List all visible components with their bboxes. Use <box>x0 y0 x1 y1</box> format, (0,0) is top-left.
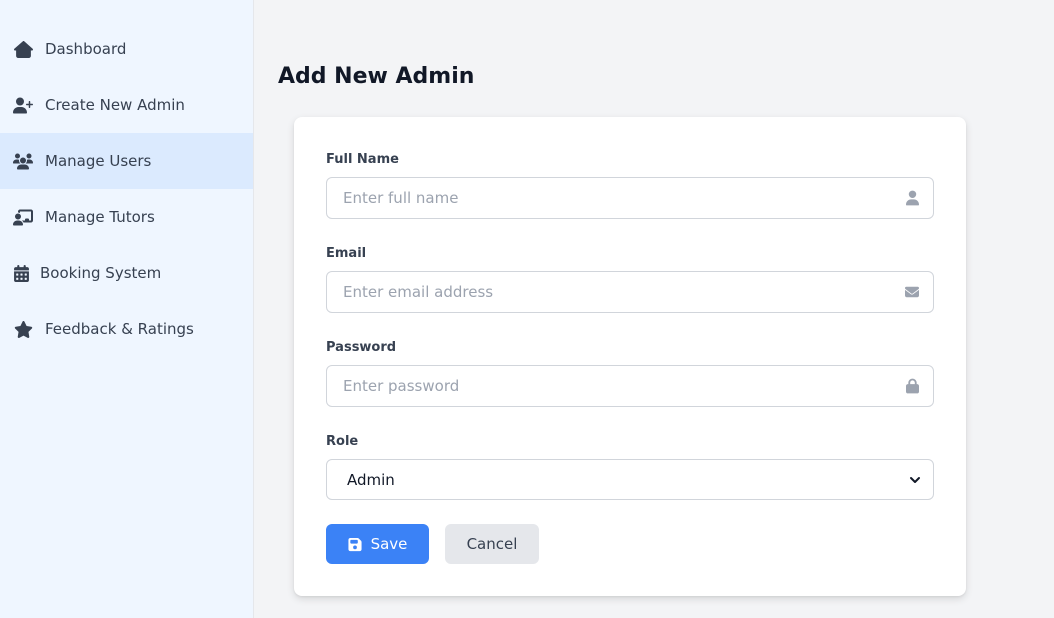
user-icon <box>903 189 921 207</box>
email-input[interactable] <box>343 283 903 301</box>
sidebar: Dashboard Create New Admin Manage Users … <box>0 0 254 618</box>
cancel-button-label: Cancel <box>466 535 518 553</box>
sidebar-item-label: Feedback & Ratings <box>45 320 194 338</box>
password-label: Password <box>326 340 397 355</box>
envelope-icon <box>903 283 921 301</box>
sidebar-item-feedback-ratings[interactable]: Feedback & Ratings <box>0 301 253 357</box>
role-select[interactable]: Admin <box>326 459 934 500</box>
chevron-down-icon <box>909 474 921 486</box>
users-icon <box>13 151 33 171</box>
sidebar-item-create-new-admin[interactable]: Create New Admin <box>0 77 253 133</box>
password-input[interactable] <box>343 377 903 395</box>
email-label: Email <box>326 246 367 261</box>
full-name-label: Full Name <box>326 152 399 167</box>
sidebar-item-manage-tutors[interactable]: Manage Tutors <box>0 189 253 245</box>
star-icon <box>13 319 33 339</box>
password-field <box>326 365 934 407</box>
sidebar-item-label: Manage Users <box>45 152 152 170</box>
cancel-button[interactable]: Cancel <box>445 524 539 564</box>
email-field <box>326 271 934 313</box>
home-icon <box>13 39 33 59</box>
full-name-input[interactable] <box>343 189 903 207</box>
user-plus-icon <box>13 95 33 115</box>
chalkboard-teacher-icon <box>13 207 33 227</box>
role-selected-value: Admin <box>347 470 395 489</box>
sidebar-item-label: Booking System <box>40 264 162 282</box>
sidebar-item-dashboard[interactable]: Dashboard <box>0 21 253 77</box>
sidebar-item-label: Create New Admin <box>45 96 185 114</box>
sidebar-item-label: Manage Tutors <box>45 208 155 226</box>
full-name-field <box>326 177 934 219</box>
role-label: Role <box>326 434 359 449</box>
sidebar-item-booking-system[interactable]: Booking System <box>0 245 253 301</box>
page-title: Add New Admin <box>278 64 475 89</box>
calendar-icon <box>13 263 29 283</box>
lock-icon <box>903 377 921 395</box>
sidebar-item-manage-users[interactable]: Manage Users <box>0 133 253 189</box>
save-button-label: Save <box>370 535 408 553</box>
floppy-disk-icon <box>348 537 362 552</box>
save-button[interactable]: Save <box>326 524 429 564</box>
sidebar-item-label: Dashboard <box>45 40 127 58</box>
add-admin-form: Full Name Email Password Role Admin Save… <box>294 117 966 596</box>
